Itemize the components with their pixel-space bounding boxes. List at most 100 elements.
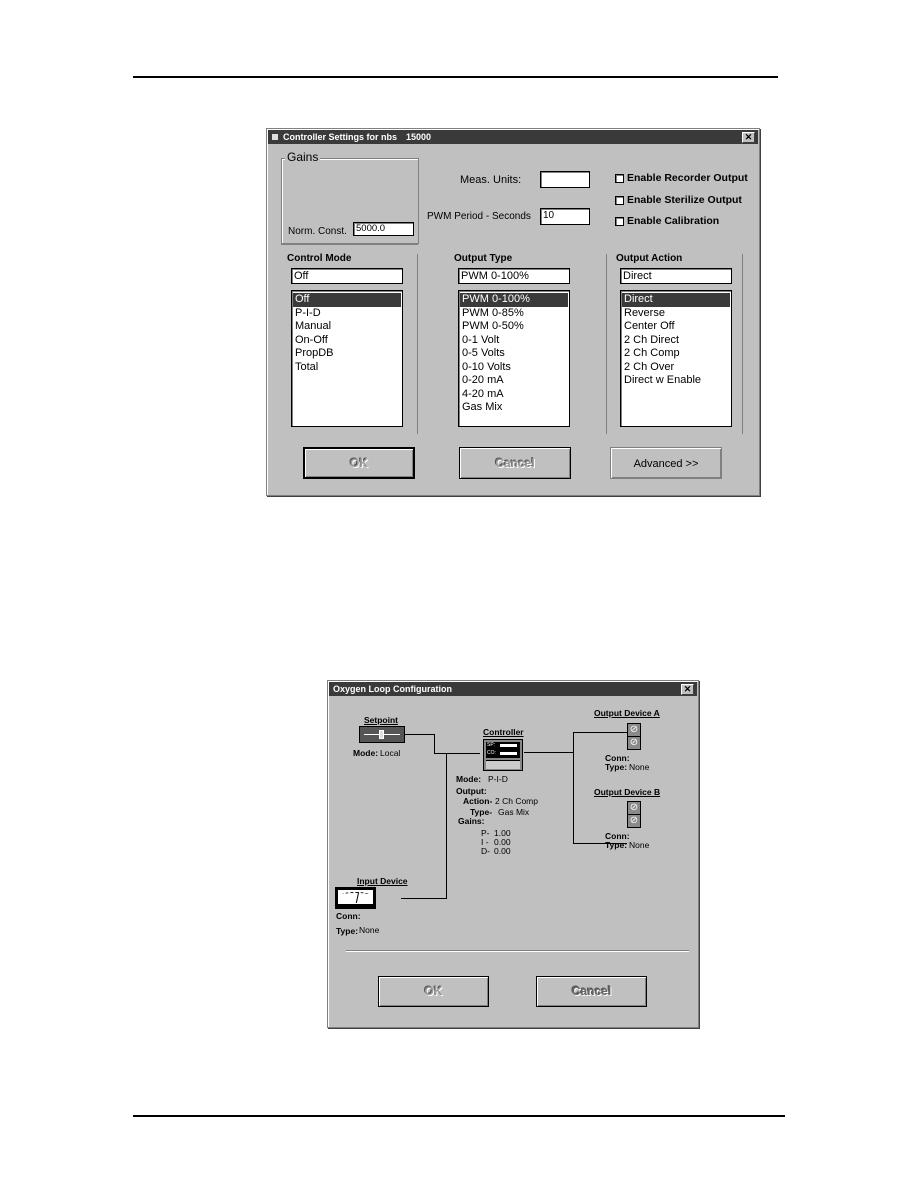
ok-button[interactable]: OK xyxy=(303,447,415,479)
checkbox-label: Enable Recorder Output xyxy=(627,172,748,184)
controller-mode-label: Mode: xyxy=(456,774,482,784)
control-mode-list[interactable]: Off P-I-D Manual On-Off PropDB Total xyxy=(291,290,403,427)
close-icon: ✕ xyxy=(683,684,692,694)
list-item[interactable]: 2 Ch Direct xyxy=(622,334,730,348)
controller-settings-dialog: Controller Settings for nbs 15000 ✕ Gain… xyxy=(266,128,760,496)
output-device-b-slot-1[interactable]: ⊘ xyxy=(627,801,641,815)
output-action-list[interactable]: Direct Reverse Center Off 2 Ch Direct 2 … xyxy=(620,290,732,427)
controller-d-value: 0.00 xyxy=(494,846,511,856)
list-item[interactable]: On-Off xyxy=(293,334,401,348)
norm-const-label: Norm. Const. xyxy=(288,226,347,237)
list-item[interactable]: Gas Mix xyxy=(460,401,568,415)
list-item[interactable]: 0-20 mA xyxy=(460,374,568,388)
list-item[interactable]: 4-20 mA xyxy=(460,388,568,402)
output-device-b-title: Output Device B xyxy=(594,787,661,797)
output-device-a-slot-2[interactable]: ⊘ xyxy=(627,736,641,750)
list-item[interactable]: Reverse xyxy=(622,307,730,321)
list-item[interactable]: Total xyxy=(293,361,401,375)
header-rule xyxy=(133,76,778,78)
list-item[interactable]: PWM 0-100% xyxy=(460,293,568,307)
dialog-title: Oxygen Loop Configuration xyxy=(333,684,452,694)
advanced-button[interactable]: Advanced >> xyxy=(610,447,722,479)
list-item[interactable]: 2 Ch Comp xyxy=(622,347,730,361)
control-mode-input[interactable]: Off xyxy=(291,268,403,284)
setpoint-slider-icon[interactable] xyxy=(359,726,405,743)
output-device-a-slot-1[interactable]: ⊘ xyxy=(627,723,641,737)
dialog-title: Controller Settings for nbs xyxy=(283,132,398,142)
pwm-period-input[interactable]: 10 xyxy=(540,208,590,225)
wire-controller-to-outputs xyxy=(524,752,573,753)
checkbox-box[interactable] xyxy=(615,173,624,183)
column-divider xyxy=(417,254,418,434)
controller-mode-value: P-I-D xyxy=(488,774,508,784)
window-icon xyxy=(272,134,278,140)
output-device-a-type-label: Type: xyxy=(605,762,628,772)
output-type-label: Output Type xyxy=(454,253,513,264)
close-button[interactable]: ✕ xyxy=(742,132,755,143)
device-slot-icon: ⊘ xyxy=(629,737,639,748)
controller-title: Controller xyxy=(483,727,524,737)
footer-separator xyxy=(346,950,689,952)
controller-co-label: CO: xyxy=(487,750,496,756)
meas-units-input[interactable] xyxy=(540,171,590,188)
output-action-input[interactable]: Direct xyxy=(620,268,732,284)
list-item[interactable]: PropDB xyxy=(293,347,401,361)
list-item[interactable]: Manual xyxy=(293,320,401,334)
output-device-b-slot-2[interactable]: ⊘ xyxy=(627,814,641,828)
list-item[interactable]: Off xyxy=(293,293,401,307)
controller-action-value: 2 Ch Comp xyxy=(495,796,538,806)
ok-button[interactable]: OK xyxy=(378,976,489,1007)
output-type-input[interactable]: PWM 0-100% xyxy=(458,268,570,284)
controller-device-icon[interactable]: SP: CO: xyxy=(483,739,523,771)
column-divider xyxy=(606,254,607,434)
list-item[interactable]: Direct w Enable xyxy=(622,374,730,388)
wire-controller-to-outputs xyxy=(573,732,574,843)
checkbox-box[interactable] xyxy=(615,195,624,205)
ok-button-label: OK xyxy=(424,984,443,998)
list-item[interactable]: Direct xyxy=(622,293,730,307)
enable-sterilize-output-checkbox[interactable]: Enable Sterilize Output xyxy=(615,194,742,206)
checkbox-label: Enable Sterilize Output xyxy=(627,194,742,206)
device-slot-icon: ⊘ xyxy=(629,815,639,826)
wire-setpoint-to-controller xyxy=(405,734,435,735)
pwm-period-label: PWM Period - Seconds xyxy=(427,211,531,222)
list-item[interactable]: 0-1 Volt xyxy=(460,334,568,348)
output-device-a-type-value: None xyxy=(629,762,650,772)
checkbox-box[interactable] xyxy=(615,216,624,226)
enable-recorder-output-checkbox[interactable]: Enable Recorder Output xyxy=(615,172,748,184)
list-item[interactable]: P-I-D xyxy=(293,307,401,321)
setpoint-mode-value: Local xyxy=(380,748,401,758)
input-device-conn-label: Conn: xyxy=(336,911,361,921)
controller-d-label: D- xyxy=(481,846,490,856)
controller-gains-label: Gains: xyxy=(458,816,485,826)
input-device-type-label: Type: xyxy=(336,926,359,936)
list-item[interactable]: PWM 0-85% xyxy=(460,307,568,321)
input-device-meter-icon[interactable] xyxy=(335,887,376,909)
close-button[interactable]: ✕ xyxy=(681,684,694,695)
list-item[interactable]: PWM 0-50% xyxy=(460,320,568,334)
norm-const-input[interactable]: 5000.0 xyxy=(353,222,414,236)
list-item[interactable]: Center Off xyxy=(622,320,730,334)
dialog-title-bar[interactable]: Oxygen Loop Configuration ✕ xyxy=(329,682,697,696)
list-item[interactable]: 0-10 Volts xyxy=(460,361,568,375)
device-slot-icon: ⊘ xyxy=(629,802,639,813)
cancel-button-label: Cancel xyxy=(571,984,612,998)
wire-setpoint-to-controller xyxy=(434,753,480,754)
cancel-button[interactable]: Cancel xyxy=(459,447,571,479)
dialog-title-bar[interactable]: Controller Settings for nbs 15000 ✕ xyxy=(268,130,758,144)
input-device-type-value: None xyxy=(359,925,380,935)
output-type-list[interactable]: PWM 0-100% PWM 0-85% PWM 0-50% 0-1 Volt … xyxy=(458,290,570,427)
list-item[interactable]: 0-5 Volts xyxy=(460,347,568,361)
wire-setpoint-to-controller xyxy=(434,734,435,754)
group-separator xyxy=(281,244,418,245)
column-divider xyxy=(742,254,743,434)
enable-calibration-checkbox[interactable]: Enable Calibration xyxy=(615,215,719,227)
output-action-label: Output Action xyxy=(616,253,683,264)
wire-to-output-a xyxy=(573,732,627,733)
cancel-button[interactable]: Cancel xyxy=(536,976,647,1007)
controller-action-label: Action- xyxy=(463,796,493,806)
list-item[interactable]: 2 Ch Over xyxy=(622,361,730,375)
oxygen-loop-configuration-dialog: Oxygen Loop Configuration ✕ Setpoint Mod… xyxy=(327,680,699,1028)
meas-units-label: Meas. Units: xyxy=(460,174,522,186)
gains-group-label: Gains xyxy=(285,150,321,164)
